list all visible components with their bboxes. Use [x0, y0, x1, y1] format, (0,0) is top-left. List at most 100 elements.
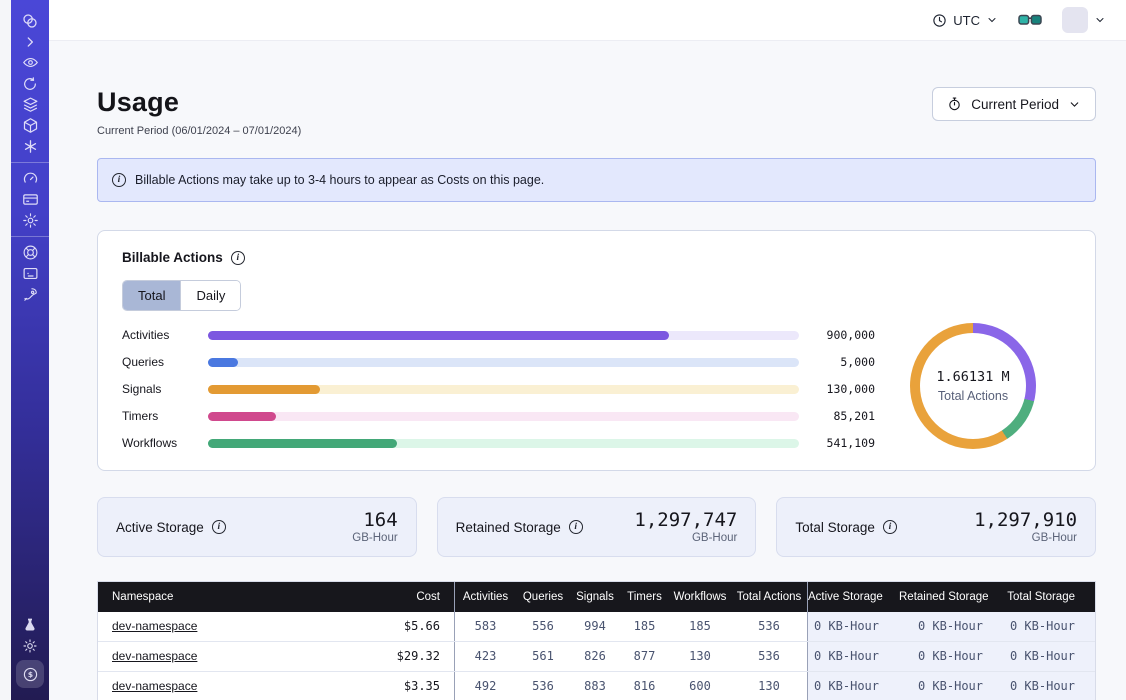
dollar-coin-icon: $ [22, 666, 39, 683]
storage-card-active-storage: Active Storage164GB-Hour [97, 497, 417, 557]
sidebar-item-namespaces[interactable] [15, 94, 45, 115]
gauge-icon [22, 170, 39, 187]
donut-total-value: 1.66131 M [936, 369, 1009, 385]
bar-fill [208, 358, 238, 367]
bar-label: Activities [122, 328, 208, 342]
cell-retained-storage: 0 KB-Hour [899, 642, 1003, 671]
bar-row-workflows: Workflows541,109 [122, 438, 875, 448]
chevron-right-icon [23, 35, 37, 49]
bar-value: 900,000 [815, 328, 875, 342]
feedback-glasses-button[interactable] [1018, 12, 1042, 28]
sidebar: $ [11, 0, 49, 700]
credit-card-icon [22, 191, 39, 208]
chevron-down-icon [1094, 14, 1106, 26]
sidebar-item-logo[interactable] [15, 10, 45, 31]
namespace-link[interactable]: dev-namespace [112, 679, 197, 693]
column-header-signals: Signals [570, 582, 620, 612]
bar-label: Timers [122, 409, 208, 423]
svg-text:$: $ [27, 670, 32, 679]
usage-table: NamespaceCostActivitiesQueriesSignalsTim… [97, 581, 1096, 700]
tab-total[interactable]: Total [123, 281, 181, 310]
cell-active-storage: 0 KB-Hour [807, 672, 899, 700]
cell-total-actions: 536 [731, 642, 807, 671]
column-header-active-storage: Active Storage [807, 582, 899, 612]
cell-signals: 826 [570, 642, 620, 671]
sidebar-item-nexus[interactable] [15, 136, 45, 157]
eye-icon [22, 54, 39, 71]
donut-chart: 1.66131 M Total Actions [875, 323, 1071, 449]
info-icon[interactable] [212, 520, 226, 534]
table-row: dev-namespace$3.354925368838166001300 KB… [98, 672, 1095, 700]
cell-queries: 561 [516, 642, 570, 671]
sidebar-item-deployments[interactable] [15, 115, 45, 136]
sidebar-item-theme[interactable] [15, 635, 45, 656]
cell-retained-storage: 0 KB-Hour [899, 612, 1003, 641]
table-row: dev-namespace$29.324235618268771305360 K… [98, 642, 1095, 672]
account-menu[interactable] [1062, 7, 1106, 33]
sidebar-item-usage[interactable] [15, 168, 45, 189]
lifebuoy-icon [22, 244, 39, 261]
sidebar-item-support[interactable] [15, 242, 45, 263]
info-icon[interactable] [569, 520, 583, 534]
cell-cost: $29.32 [356, 642, 454, 671]
cell-activities: 583 [454, 612, 516, 641]
cell-workflows: 600 [669, 672, 731, 700]
donut-total-label: Total Actions [938, 389, 1008, 403]
column-header-cost: Cost [356, 582, 454, 612]
bar-row-timers: Timers85,201 [122, 411, 875, 421]
topbar: UTC [49, 0, 1126, 41]
cell-signals: 883 [570, 672, 620, 700]
sidebar-item-usage-billing-active[interactable]: $ [16, 660, 44, 688]
sidebar-item-billing[interactable] [15, 189, 45, 210]
storage-card-value: 164 [352, 510, 397, 530]
column-header-workflows: Workflows [669, 582, 731, 612]
tab-daily[interactable]: Daily [181, 281, 240, 310]
billable-actions-card: Billable Actions Total Daily Activities9… [97, 230, 1096, 471]
table-body: dev-namespace$5.665835569941851855360 KB… [98, 612, 1095, 700]
info-icon[interactable] [231, 251, 245, 265]
cell-timers: 185 [620, 612, 669, 641]
storage-label-text: Retained Storage [456, 520, 561, 535]
cell-activities: 423 [454, 642, 516, 671]
main-area: UTC Usage Current Period (06/01/2024 – 0… [49, 0, 1126, 700]
sidebar-item-workflows[interactable] [15, 52, 45, 73]
bar-track [208, 358, 799, 367]
sun-icon [22, 638, 38, 654]
table-row: dev-namespace$5.665835569941851855360 KB… [98, 612, 1095, 642]
bar-row-signals: Signals130,000 [122, 384, 875, 394]
period-dropdown-button[interactable]: Current Period [932, 87, 1096, 121]
storage-card-unit: GB-Hour [634, 532, 737, 544]
timezone-label: UTC [953, 13, 980, 28]
info-banner: Billable Actions may take up to 3-4 hour… [97, 158, 1096, 202]
terminal-window-icon [22, 265, 39, 282]
info-banner-text: Billable Actions may take up to 3-4 hour… [135, 173, 544, 187]
cell-timers: 877 [620, 642, 669, 671]
bar-value: 5,000 [815, 355, 875, 369]
sidebar-item-cli[interactable] [15, 263, 45, 284]
cell-queries: 536 [516, 672, 570, 700]
chevron-down-icon [1068, 98, 1081, 111]
bar-row-queries: Queries5,000 [122, 357, 875, 367]
gear-icon [22, 212, 39, 229]
info-icon[interactable] [883, 520, 897, 534]
cell-cost: $3.35 [356, 672, 454, 700]
bar-track [208, 331, 799, 340]
sidebar-item-labs[interactable] [15, 614, 45, 635]
sidebar-item-getting-started[interactable] [15, 284, 45, 305]
namespace-link[interactable]: dev-namespace [112, 649, 197, 663]
namespace-link[interactable]: dev-namespace [112, 619, 197, 633]
bar-track [208, 412, 799, 421]
cell-namespace: dev-namespace [98, 612, 356, 641]
flask-icon [22, 617, 38, 633]
bar-value: 541,109 [815, 436, 875, 450]
sidebar-item-schedules[interactable] [15, 73, 45, 94]
cube-icon [22, 117, 39, 134]
current-period-subtitle: Current Period (06/01/2024 – 07/01/2024) [97, 125, 301, 137]
storage-card-label: Retained Storage [456, 520, 583, 535]
sidebar-divider [11, 162, 49, 163]
storage-card-label: Total Storage [795, 520, 897, 535]
timezone-selector[interactable]: UTC [932, 13, 998, 28]
sidebar-expand-button[interactable] [15, 31, 45, 52]
sidebar-item-settings[interactable] [15, 210, 45, 231]
cell-total-storage: 0 KB-Hour [1003, 672, 1095, 700]
